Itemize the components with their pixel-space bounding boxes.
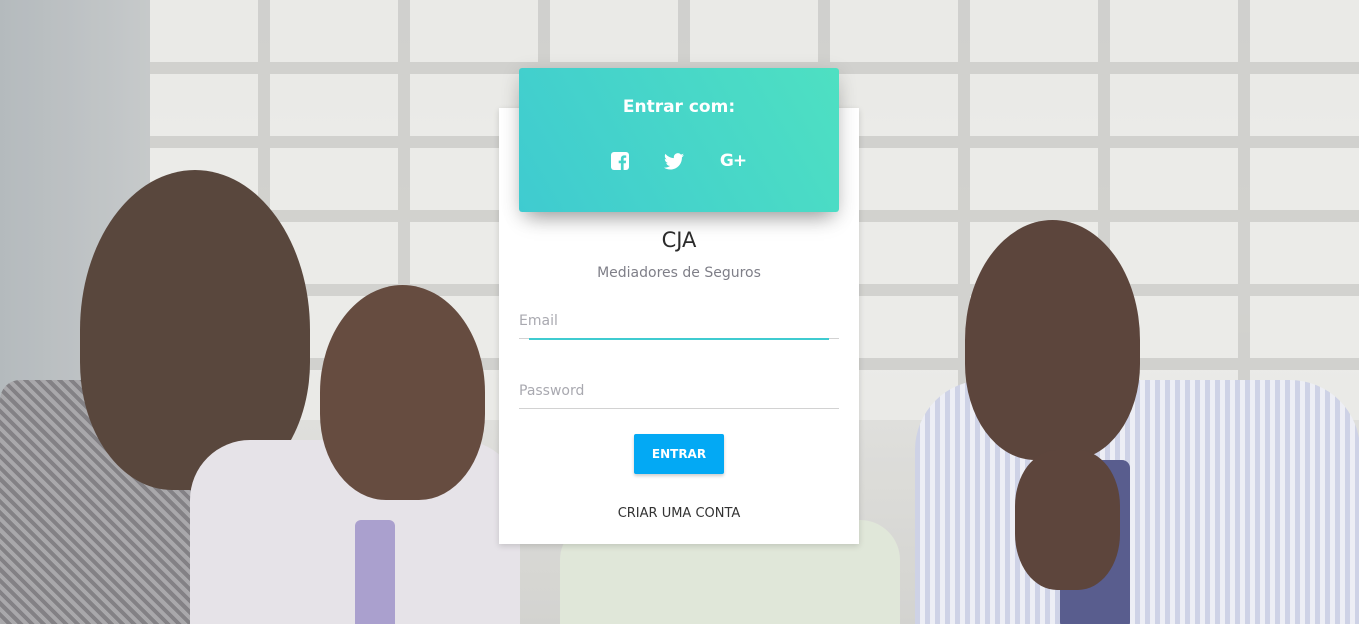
- google-plus-icon: G+: [719, 151, 747, 171]
- login-button[interactable]: ENTRAR: [634, 434, 724, 474]
- password-underline: [519, 408, 839, 409]
- social-login-buttons: G+: [519, 150, 839, 176]
- google-plus-login-button[interactable]: G+: [718, 150, 748, 172]
- password-input[interactable]: [519, 376, 839, 406]
- twitter-icon: [664, 152, 684, 170]
- social-login-header: Entrar com: G+: [519, 68, 839, 212]
- email-focus-underline: [529, 338, 829, 340]
- facebook-icon: [611, 152, 629, 170]
- brand-tagline: Mediadores de Seguros: [597, 265, 761, 281]
- create-account-link[interactable]: CRIAR UMA CONTA: [499, 505, 859, 523]
- social-login-heading: Entrar com:: [622, 97, 736, 117]
- email-input[interactable]: [519, 306, 839, 336]
- email-field: [519, 306, 839, 340]
- brand-name: CJA: [661, 228, 697, 252]
- password-field: [519, 376, 839, 409]
- twitter-login-button[interactable]: [664, 150, 684, 172]
- facebook-login-button[interactable]: [610, 150, 630, 172]
